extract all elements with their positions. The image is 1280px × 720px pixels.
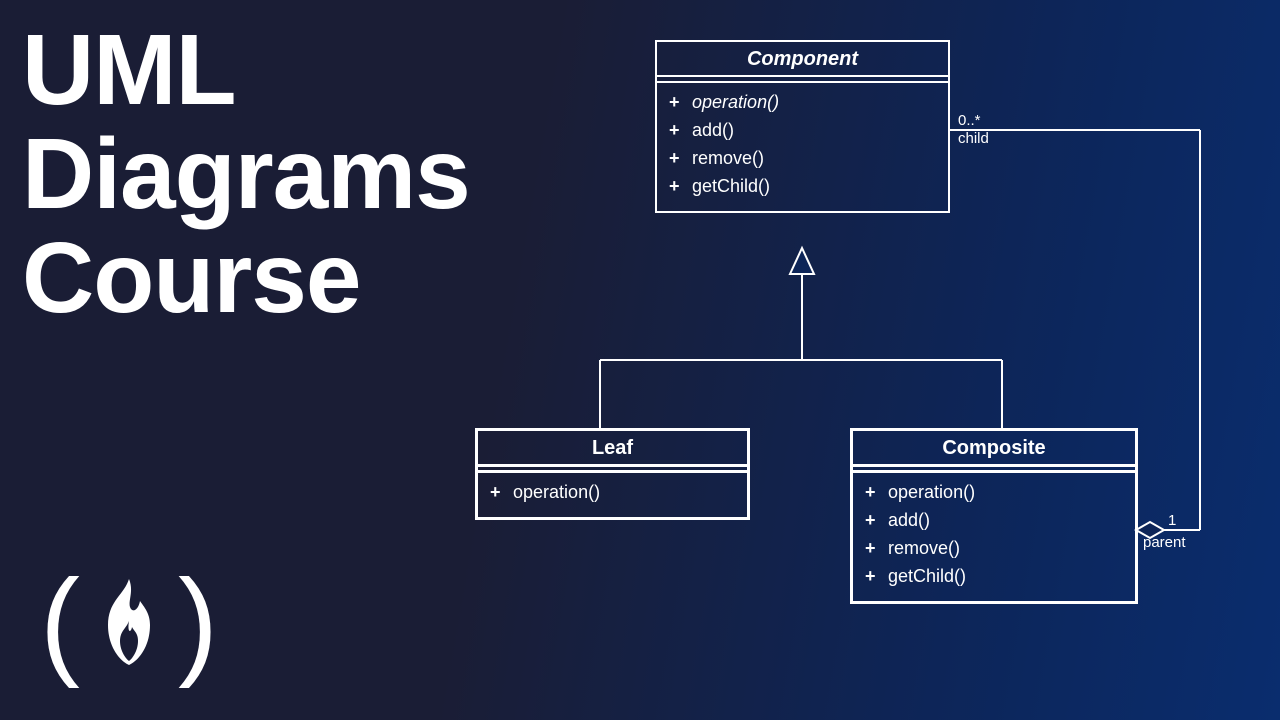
class-name: Leaf xyxy=(478,431,747,467)
op-row: + operation() xyxy=(669,89,936,117)
uml-diagram: Component + operation() + add() + remove… xyxy=(550,30,1260,690)
op-row: + add() xyxy=(669,117,936,145)
op-row: + add() xyxy=(865,507,1123,535)
class-operations: + operation() + add() + remove() + getCh… xyxy=(853,473,1135,601)
op-row: + getChild() xyxy=(669,173,936,201)
class-component: Component + operation() + add() + remove… xyxy=(655,40,950,213)
op-row: + remove() xyxy=(669,145,936,173)
paren-right-icon: ) xyxy=(178,562,218,682)
title-line-1: UML xyxy=(22,18,470,122)
flame-icon xyxy=(94,577,164,667)
course-title: UML Diagrams Course xyxy=(22,18,470,330)
class-composite: Composite + operation() + add() + remove… xyxy=(850,428,1138,604)
op-row: + getChild() xyxy=(865,563,1123,591)
paren-left-icon: ( xyxy=(40,562,80,682)
freecodecamp-logo: ( ) xyxy=(40,562,218,682)
class-operations: + operation() + add() + remove() + getCh… xyxy=(657,83,948,211)
op-row: + operation() xyxy=(490,479,735,507)
title-line-3: Course xyxy=(22,226,470,330)
class-operations: + operation() xyxy=(478,473,747,517)
edge-label-parent-mult: 1 xyxy=(1168,512,1176,530)
class-name: Composite xyxy=(853,431,1135,467)
edge-label-child-role: child xyxy=(958,130,989,148)
op-row: + remove() xyxy=(865,535,1123,563)
edge-label-child-mult: 0..* xyxy=(958,112,981,130)
op-row: + operation() xyxy=(865,479,1123,507)
title-line-2: Diagrams xyxy=(22,122,470,226)
class-name: Component xyxy=(657,42,948,77)
edge-label-parent-role: parent xyxy=(1143,534,1186,552)
class-leaf: Leaf + operation() xyxy=(475,428,750,520)
